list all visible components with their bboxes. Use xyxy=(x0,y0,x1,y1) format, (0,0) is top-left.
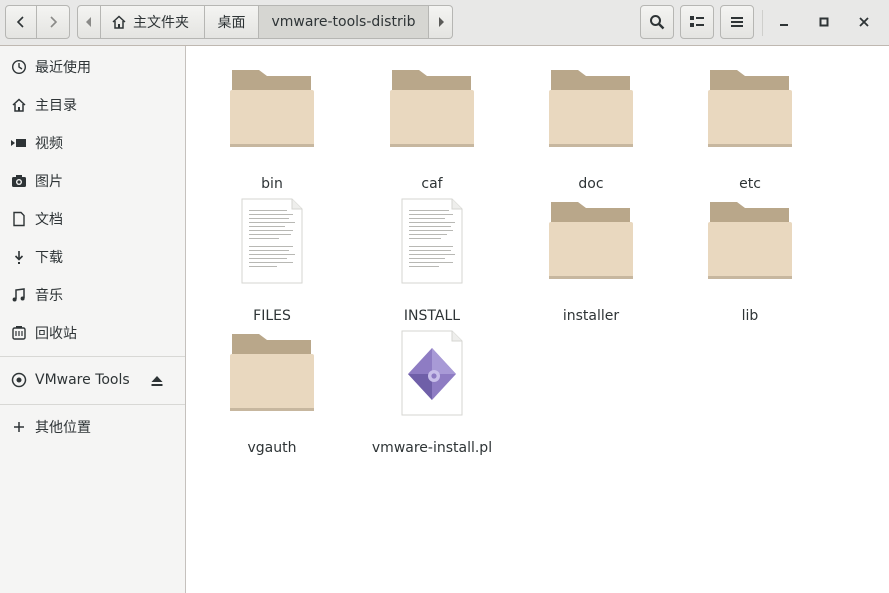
file-name: caf xyxy=(421,176,443,192)
header-separator xyxy=(762,10,763,36)
minimize-button[interactable] xyxy=(770,8,798,36)
sidebar-item-label: 文档 xyxy=(35,212,63,228)
sidebar-item-label: 视频 xyxy=(35,136,63,152)
home-icon xyxy=(11,97,27,113)
sidebar-item-label: 最近使用 xyxy=(35,60,91,76)
file-name: etc xyxy=(739,176,761,192)
sidebar-item-label: VMware Tools xyxy=(35,372,130,388)
path-crumb-label: 桌面 xyxy=(217,15,246,31)
sidebar-item-label: 下载 xyxy=(35,250,63,266)
home-icon xyxy=(112,15,126,29)
sidebar-item-trash[interactable]: 回收站 xyxy=(0,314,185,352)
file-item-lib[interactable]: lib xyxy=(680,198,820,324)
view-toggle-button[interactable] xyxy=(680,5,714,39)
sidebar-divider xyxy=(0,356,185,357)
file-item-INSTALL[interactable]: INSTALL xyxy=(362,198,502,324)
music-icon xyxy=(11,287,27,303)
triangle-left-icon xyxy=(86,17,91,27)
document-icon xyxy=(11,211,27,227)
folder-icon xyxy=(230,334,314,411)
sidebar-item-recent[interactable]: 最近使用 xyxy=(0,48,185,86)
path-scroll-left-button[interactable] xyxy=(77,5,101,39)
download-icon xyxy=(11,249,27,265)
sidebar-item-label: 主目录 xyxy=(35,98,77,114)
file-item-installer[interactable]: installer xyxy=(521,198,661,324)
file-item-FILES[interactable]: FILES xyxy=(202,198,342,324)
hamburger-menu-icon xyxy=(731,17,743,27)
file-name: INSTALL xyxy=(403,308,461,324)
file-name: doc xyxy=(578,176,604,192)
sidebar: 最近使用 主目录 视频 图片 文档 下载 音乐 回收站 VMware Tools… xyxy=(0,46,186,593)
path-crumb-current[interactable]: vmware-tools-distrib xyxy=(259,5,429,39)
folder-icon xyxy=(230,70,314,147)
folder-icon xyxy=(549,202,633,279)
path-bar: 主文件夹 桌面 vmware-tools-distrib xyxy=(77,5,453,39)
disc-icon xyxy=(11,372,27,388)
plus-icon xyxy=(11,419,27,435)
file-name: bin xyxy=(261,176,283,192)
file-name: vgauth xyxy=(247,440,297,456)
file-item-bin[interactable]: bin xyxy=(202,66,342,192)
close-button[interactable] xyxy=(850,8,878,36)
text-file-icon xyxy=(401,198,463,284)
path-crumb-label: vmware-tools-distrib xyxy=(271,14,416,30)
maximize-button[interactable] xyxy=(810,8,838,36)
sidebar-item-home[interactable]: 主目录 xyxy=(0,86,185,124)
folder-icon xyxy=(708,70,792,147)
text-file-icon xyxy=(241,198,303,284)
file-name: installer xyxy=(562,308,620,324)
forward-button[interactable] xyxy=(36,5,70,39)
sidebar-item-label: 图片 xyxy=(35,174,63,190)
menu-button[interactable] xyxy=(720,5,754,39)
sidebar-item-label: 音乐 xyxy=(35,288,63,304)
path-crumb-desktop[interactable]: 桌面 xyxy=(205,5,259,39)
sidebar-item-label: 其他位置 xyxy=(35,420,91,436)
folder-icon xyxy=(390,70,474,147)
list-view-icon xyxy=(690,16,704,27)
sidebar-item-music[interactable]: 音乐 xyxy=(0,276,185,314)
sidebar-divider xyxy=(0,404,185,405)
search-icon xyxy=(650,15,665,30)
file-name: lib xyxy=(741,308,759,324)
folder-icon xyxy=(549,70,633,147)
path-crumb-label: 主文件夹 xyxy=(133,15,189,31)
chevron-left-icon xyxy=(16,16,24,28)
header-bar: 主文件夹 桌面 vmware-tools-distrib xyxy=(0,0,889,46)
triangle-right-icon xyxy=(438,17,444,27)
sidebar-item-label: 回收站 xyxy=(35,326,77,342)
minimize-icon xyxy=(780,24,788,26)
eject-icon[interactable] xyxy=(150,374,164,388)
file-item-etc[interactable]: etc xyxy=(680,66,820,192)
maximize-icon xyxy=(819,17,829,27)
trash-icon xyxy=(11,325,27,341)
camera-icon xyxy=(11,173,27,189)
file-item-vgauth[interactable]: vgauth xyxy=(202,330,342,456)
chevron-right-icon xyxy=(50,16,58,28)
folder-icon xyxy=(708,202,792,279)
video-icon xyxy=(11,135,27,151)
clock-icon xyxy=(11,59,27,75)
close-icon xyxy=(859,17,869,27)
file-grid: bin caf doc etc FILES INSTALL installer … xyxy=(187,46,889,593)
sidebar-item-pictures[interactable]: 图片 xyxy=(0,162,185,200)
sidebar-item-videos[interactable]: 视频 xyxy=(0,124,185,162)
sidebar-item-other-locations[interactable]: 其他位置 xyxy=(0,408,185,446)
file-name: vmware-install.pl xyxy=(371,440,493,456)
file-name: FILES xyxy=(253,308,291,324)
path-crumb-home[interactable]: 主文件夹 xyxy=(101,5,205,39)
sidebar-item-downloads[interactable]: 下载 xyxy=(0,238,185,276)
sidebar-item-documents[interactable]: 文档 xyxy=(0,200,185,238)
file-item-doc[interactable]: doc xyxy=(521,66,661,192)
path-scroll-right-button[interactable] xyxy=(429,5,453,39)
script-file-icon xyxy=(401,330,463,416)
back-button[interactable] xyxy=(5,5,37,39)
search-button[interactable] xyxy=(640,5,674,39)
file-item-caf[interactable]: caf xyxy=(362,66,502,192)
file-item-vmware-install-pl[interactable]: vmware-install.pl xyxy=(362,330,502,456)
